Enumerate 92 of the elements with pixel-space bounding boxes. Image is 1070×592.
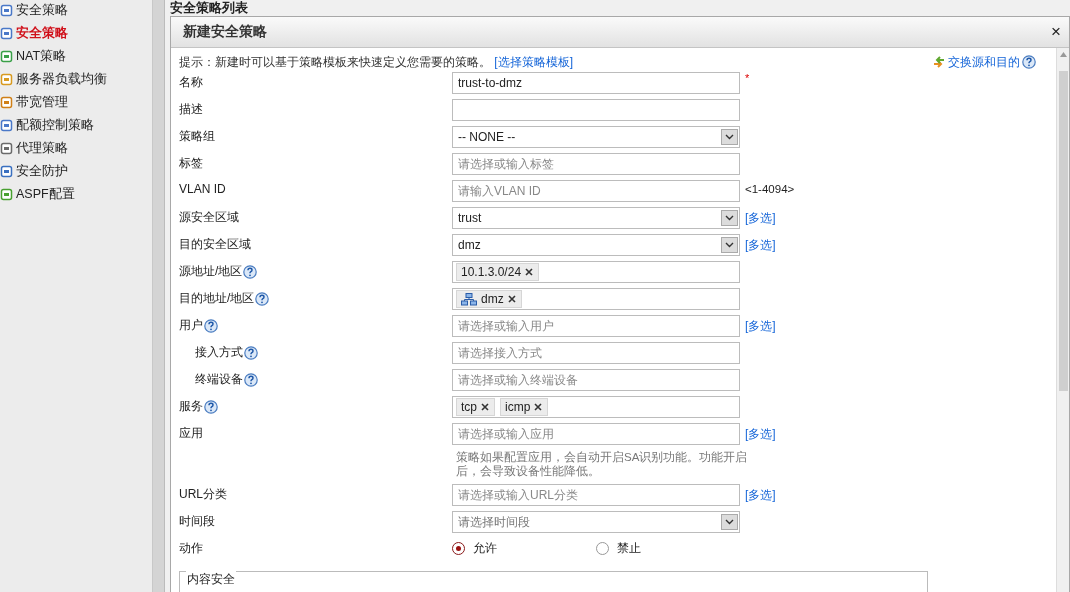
tag-text: 10.1.3.0/24	[461, 265, 522, 279]
radio-label: 允许	[473, 540, 497, 557]
close-button[interactable]: ×	[1049, 22, 1063, 42]
radio-button[interactable]	[452, 542, 465, 555]
field-label: 接入方式	[195, 344, 243, 361]
range-hint: <1-4094>	[745, 183, 795, 195]
radio-button[interactable]	[596, 542, 609, 555]
template-link[interactable]: [选择策略模板]	[494, 54, 573, 69]
policy-icon	[0, 72, 13, 86]
tag-text: tcp	[461, 400, 477, 414]
field-label: 动作	[179, 540, 203, 557]
policy-icon	[0, 118, 13, 132]
text-field[interactable]	[452, 99, 740, 121]
section-title: 内容安全	[186, 571, 236, 588]
swap-icon	[932, 56, 946, 68]
tag-field[interactable]: 10.1.3.0/24	[452, 261, 740, 283]
radio-label: 禁止	[617, 540, 641, 557]
network-icon	[461, 292, 477, 306]
swap-link[interactable]: 交换源和目的	[948, 53, 1020, 71]
field-label: 应用	[179, 425, 203, 442]
sidebar-item[interactable]: 带宽管理	[0, 93, 152, 111]
help-icon[interactable]	[255, 291, 270, 306]
sidebar-item[interactable]: 安全策略	[0, 1, 152, 19]
field-label: 策略组	[179, 128, 215, 145]
note-text: 策略如果配置应用，会自动开启SA识别功能。功能开启后，会导致设备性能降低。	[455, 450, 749, 479]
field-label: 源安全区域	[179, 209, 239, 226]
text-field[interactable]: 请选择或输入URL分类	[452, 484, 740, 506]
help-icon[interactable]	[204, 318, 218, 333]
text-field[interactable]: 请选择或输入标签	[452, 153, 740, 175]
field-label: URL分类	[179, 486, 227, 503]
field-label: 目的安全区域	[179, 236, 251, 253]
policy-icon	[0, 187, 13, 201]
multi-select-link[interactable]: [多选]	[745, 210, 776, 227]
field-label: 目的地址/地区	[179, 290, 255, 307]
dropdown[interactable]: dmz	[452, 234, 740, 256]
sidebar-item[interactable]: 代理策略	[0, 139, 152, 157]
multi-select-link[interactable]: [多选]	[745, 318, 776, 335]
tag-field[interactable]: dmz	[452, 288, 740, 310]
sidebar-item[interactable]: 服务器负载均衡	[0, 70, 152, 88]
field-label: 源地址/地区	[179, 263, 243, 280]
required-mark: *	[745, 72, 750, 84]
text-field[interactable]: 请输入VLAN ID	[452, 180, 740, 202]
chevron-down-icon	[725, 519, 734, 525]
tag-field[interactable]: tcp icmp	[452, 396, 740, 418]
tag-text: dmz	[481, 292, 504, 306]
scrollbar[interactable]	[1056, 48, 1069, 592]
chevron-down-icon	[725, 242, 734, 248]
field-label: 描述	[179, 101, 203, 118]
sidebar-item[interactable]: NAT策略	[0, 47, 152, 65]
field-label: 标签	[179, 155, 203, 172]
policy-icon	[0, 3, 13, 17]
dropdown[interactable]: trust	[452, 207, 740, 229]
help-icon[interactable]	[204, 399, 218, 414]
multi-select-link[interactable]: [多选]	[745, 487, 776, 504]
policy-icon	[0, 95, 13, 109]
multi-select-link[interactable]: [多选]	[745, 426, 776, 443]
field-label: 时间段	[179, 513, 215, 530]
tag-text: icmp	[505, 400, 531, 414]
remove-icon[interactable]	[481, 403, 489, 411]
multi-select-link[interactable]: [多选]	[745, 237, 776, 254]
help-icon[interactable]	[244, 372, 258, 387]
field-label: 名称	[179, 74, 203, 91]
help-icon[interactable]	[244, 345, 258, 360]
sidebar-item[interactable]: 配额控制策略	[0, 116, 152, 134]
policy-icon	[0, 164, 13, 178]
sidebar-item[interactable]: 安全防护	[0, 162, 152, 180]
help-icon[interactable]	[243, 264, 258, 279]
dialog-title: 新建安全策略	[183, 23, 267, 41]
text-field[interactable]: 请选择或输入终端设备	[452, 369, 740, 391]
chevron-down-icon	[725, 134, 734, 140]
sidebar-item[interactable]: 安全策略	[0, 24, 152, 42]
dropdown[interactable]: -- NONE --	[452, 126, 740, 148]
sidebar-item[interactable]: ASPF配置	[0, 185, 152, 203]
text-field[interactable]: 请选择或输入应用	[452, 423, 740, 445]
policy-icon	[0, 49, 13, 63]
remove-icon[interactable]	[534, 403, 543, 411]
policy-icon	[0, 26, 13, 40]
help-icon[interactable]	[1022, 55, 1036, 69]
page-title: 安全策略列表	[169, 0, 249, 16]
field-label: 服务	[179, 398, 203, 415]
text-field[interactable]: 请选择接入方式	[452, 342, 740, 364]
text-field[interactable]: trust-to-dmz	[452, 72, 740, 94]
remove-icon[interactable]	[525, 268, 534, 276]
field-label: 用户	[179, 317, 203, 334]
chevron-down-icon	[725, 215, 734, 221]
field-label: VLAN ID	[179, 182, 226, 196]
hint-text: 提示：新建时可以基于策略模板来快速定义您需要的策略。 [选择策略模板]	[179, 53, 573, 71]
field-label: 终端设备	[195, 371, 243, 388]
remove-icon[interactable]	[507, 295, 516, 303]
text-field[interactable]: 请选择或输入用户	[452, 315, 740, 337]
dropdown[interactable]: 请选择时间段	[452, 511, 740, 533]
policy-icon	[0, 141, 13, 155]
